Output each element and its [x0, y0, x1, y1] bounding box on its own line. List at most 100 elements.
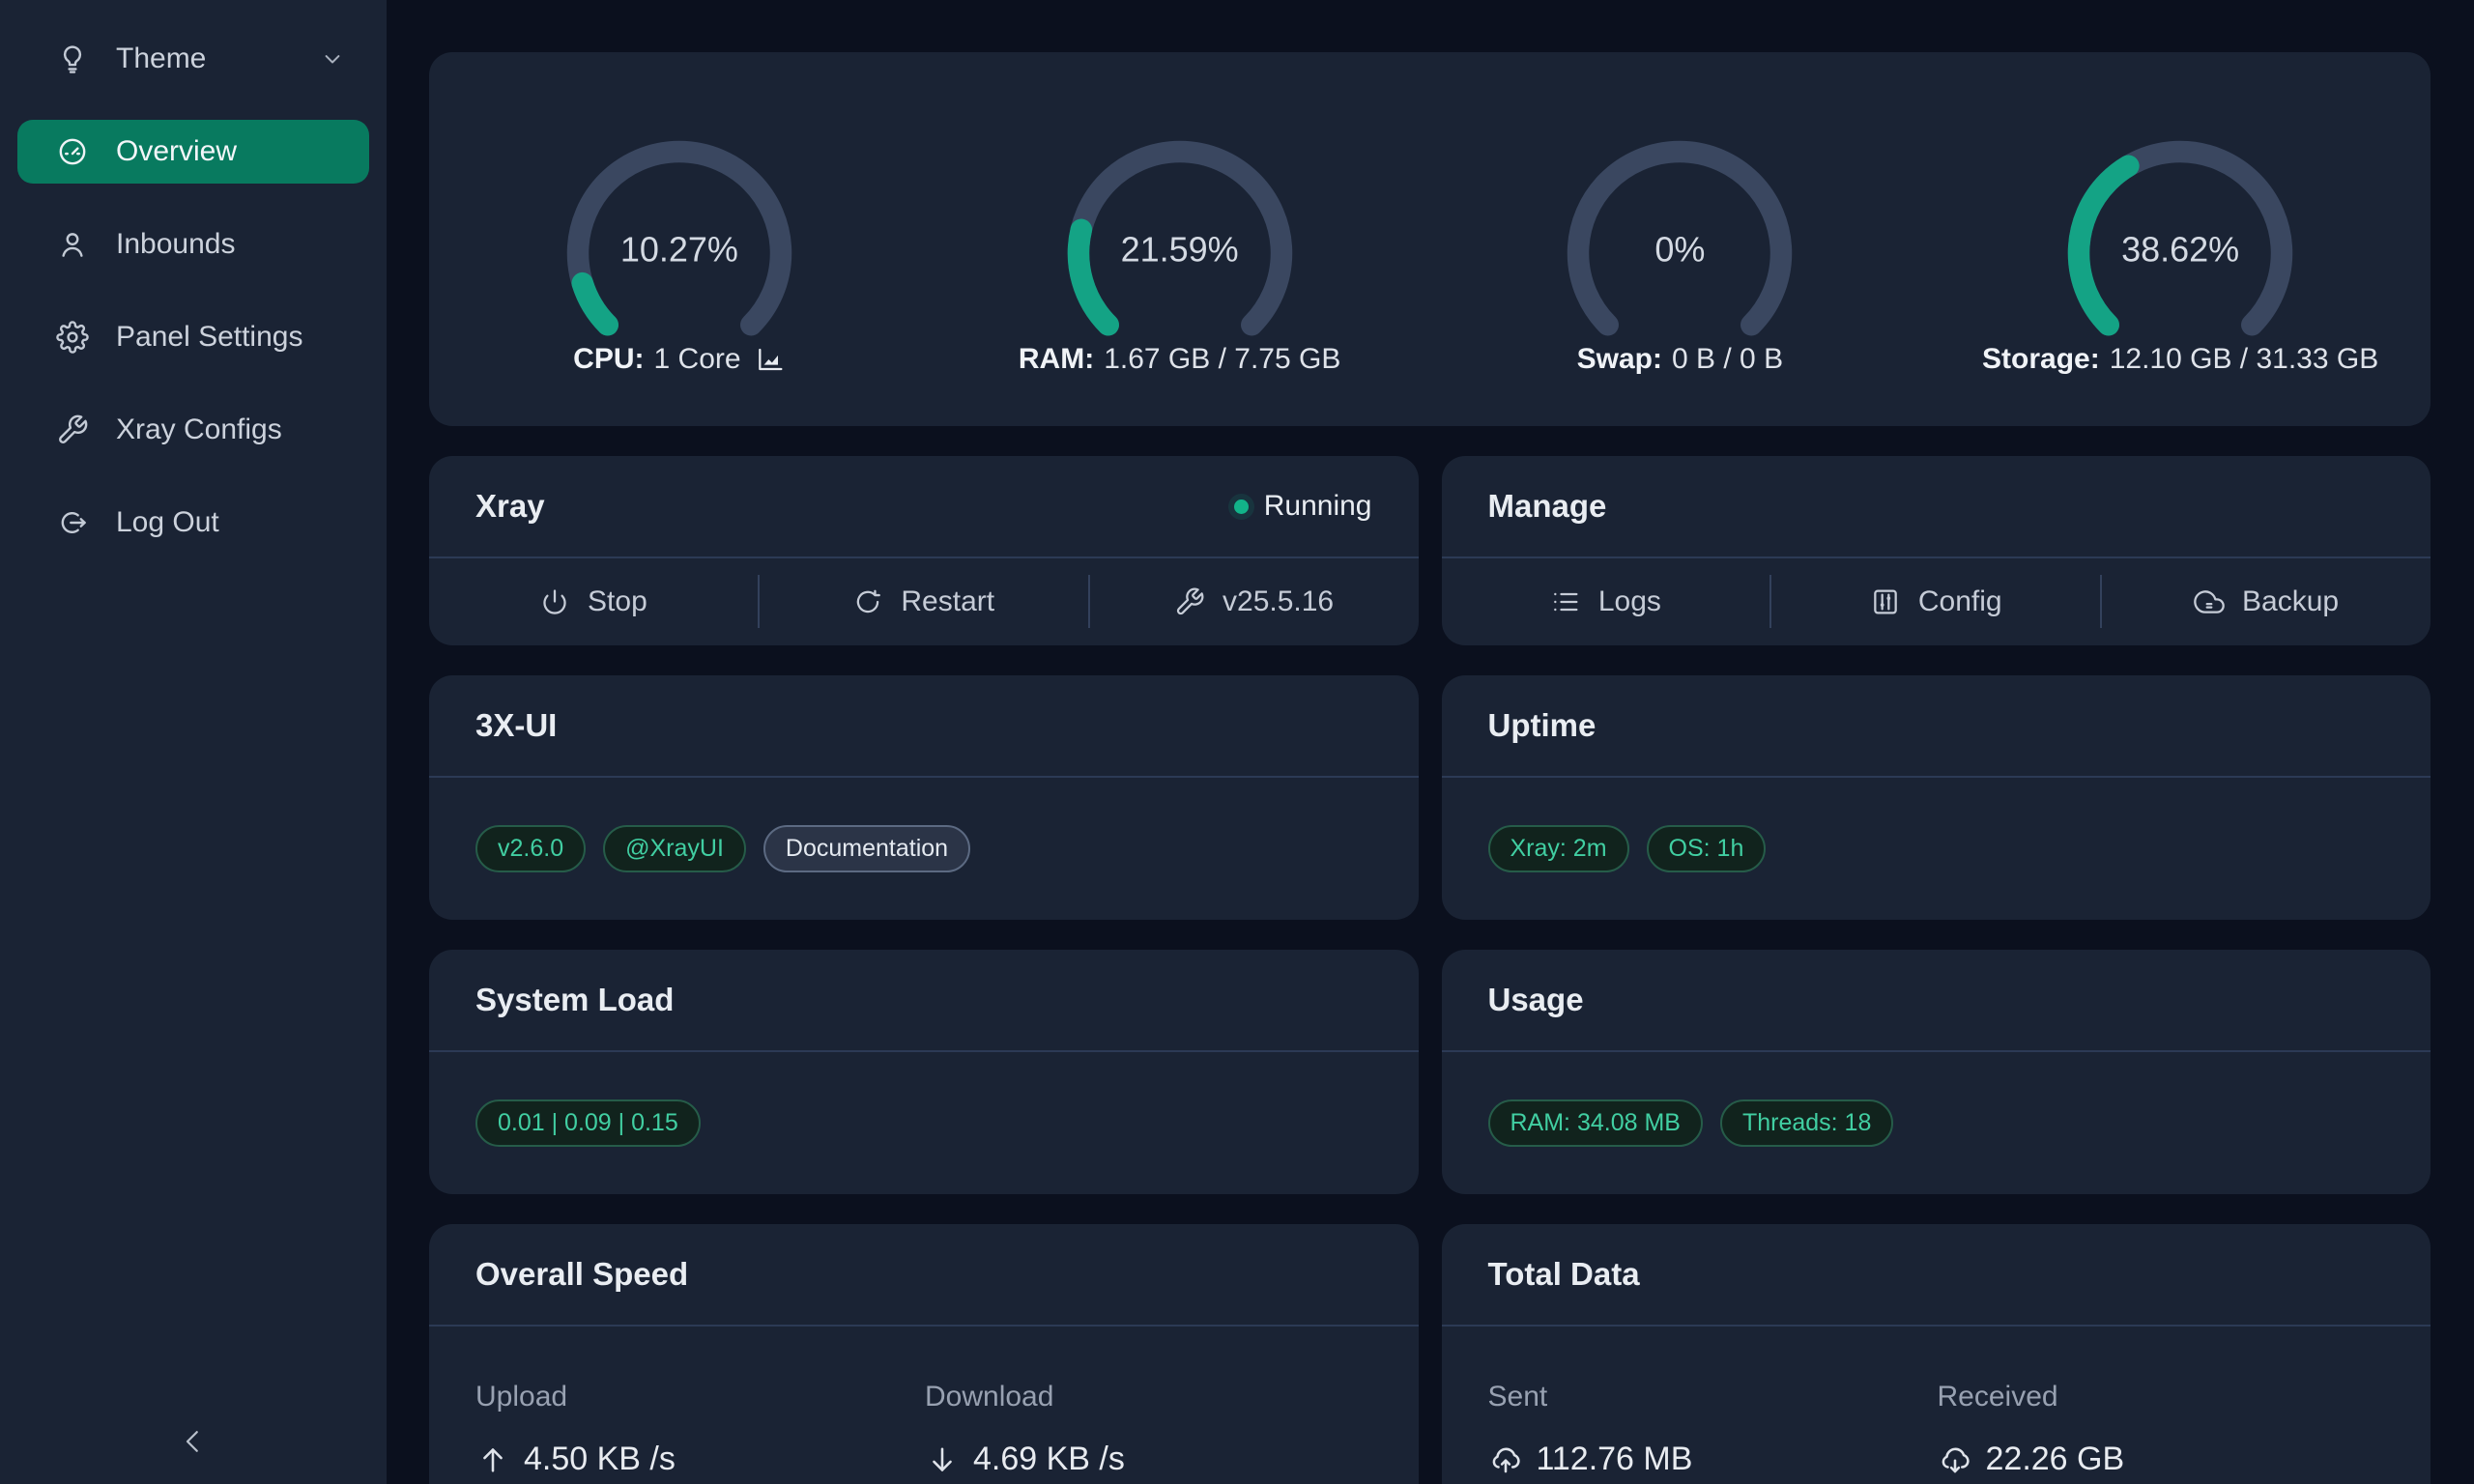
system-gauges-card: 10.27% CPU: 1 Core 21.59% RAM: 1.67 GB: [429, 52, 2431, 426]
metric-value: 4.69 KB /s: [925, 1441, 1372, 1478]
status-label: Running: [1264, 490, 1372, 523]
config-button[interactable]: Config: [1771, 558, 2100, 644]
overall-speed-card: Overall Speed Upload 4.50 KB /s Download: [429, 1224, 1419, 1484]
ram-gauge: 21.59% RAM: 1.67 GB / 7.75 GB: [930, 103, 1430, 376]
cloud-upload-icon: [1488, 1442, 1523, 1477]
stop-button[interactable]: Stop: [429, 558, 758, 644]
action-label: v25.5.16: [1223, 585, 1334, 618]
total-data-card: Total Data Sent 112.76 MB Received: [1442, 1224, 2431, 1484]
list-icon: [1550, 586, 1581, 617]
metric-value: 112.76 MB: [1488, 1441, 1938, 1478]
metric-value: 22.26 GB: [1938, 1441, 2385, 1478]
sidebar-item-label: Xray Configs: [116, 414, 282, 446]
sidebar-item-theme[interactable]: Theme: [17, 27, 369, 91]
sidebar-item-label: Overview: [116, 135, 237, 168]
load-average-tag: 0.01 | 0.09 | 0.15: [475, 1099, 701, 1147]
xray-actions: Stop Restart v25.5.16: [429, 558, 1419, 644]
action-label: Backup: [2242, 585, 2339, 618]
backup-button[interactable]: Backup: [2102, 558, 2431, 644]
arrow-up-icon: [475, 1442, 510, 1477]
status-dot: [1234, 499, 1249, 514]
card-title: 3X-UI: [475, 707, 557, 744]
gauge-value: 0%: [1559, 229, 1800, 270]
sidebar-item-label: Inbounds: [116, 228, 235, 261]
card-title: Total Data: [1488, 1256, 1640, 1293]
wrench-icon: [1174, 586, 1205, 617]
version-tag[interactable]: v2.6.0: [475, 825, 586, 872]
download-metric: Download 4.69 KB /s: [925, 1381, 1372, 1478]
main-content: 10.27% CPU: 1 Core 21.59% RAM: 1.67 GB: [387, 0, 2474, 1484]
card-title: Overall Speed: [475, 1256, 688, 1293]
sidebar-item-panel-settings[interactable]: Panel Settings: [17, 305, 369, 369]
os-uptime-tag: OS: 1h: [1647, 825, 1767, 872]
action-label: Restart: [901, 585, 994, 618]
logout-icon: [56, 506, 89, 539]
metric-value-text: 22.26 GB: [1986, 1441, 2125, 1478]
arrow-down-icon: [925, 1442, 960, 1477]
sidebar-item-xray-configs[interactable]: Xray Configs: [17, 398, 369, 462]
sidebar-item-logout[interactable]: Log Out: [17, 491, 369, 555]
storage-gauge: 38.62% Storage: 12.10 GB / 31.33 GB: [1930, 103, 2431, 376]
usage-tags: RAM: 34.08 MB Threads: 18: [1442, 1052, 2431, 1194]
xray-card-header: Xray Running: [429, 456, 1419, 558]
xray-uptime-tag: Xray: 2m: [1488, 825, 1629, 872]
card-title: System Load: [475, 982, 674, 1018]
chevron-down-icon: [319, 45, 346, 72]
card-title: Manage: [1488, 488, 1607, 525]
overall-speed-card-header: Overall Speed: [429, 1224, 1419, 1327]
restart-button[interactable]: Restart: [760, 558, 1088, 644]
chevron-left-icon: [176, 1424, 211, 1459]
system-load-card-header: System Load: [429, 950, 1419, 1052]
total-data-metrics: Sent 112.76 MB Received 22.26 GB: [1442, 1327, 2431, 1484]
usage-card-header: Usage: [1442, 950, 2431, 1052]
cloud-icon: [2194, 586, 2225, 617]
sidebar-item-label: Panel Settings: [116, 321, 302, 354]
manage-card-header: Manage: [1442, 456, 2431, 558]
sidebar-item-label: Log Out: [116, 506, 219, 539]
gauge-arc: 21.59%: [1059, 132, 1301, 374]
manage-card: Manage Logs Config: [1442, 456, 2431, 645]
system-load-card: System Load 0.01 | 0.09 | 0.15: [429, 950, 1419, 1194]
restart-icon: [852, 586, 883, 617]
gauge-value: 10.27%: [559, 229, 800, 270]
xray-card: Xray Running Stop Res: [429, 456, 1419, 645]
gauge-arc: 38.62%: [2059, 132, 2301, 374]
xrayui-link-tag[interactable]: @XrayUI: [603, 825, 746, 872]
xui-card-header: 3X-UI: [429, 675, 1419, 778]
xray-version-button[interactable]: v25.5.16: [1090, 558, 1419, 644]
action-label: Stop: [588, 585, 647, 618]
card-title: Xray: [475, 488, 545, 525]
gauge-value: 21.59%: [1059, 229, 1301, 270]
manage-actions: Logs Config Backup: [1442, 558, 2431, 644]
config-icon: [1870, 586, 1901, 617]
sidebar-item-overview[interactable]: Overview: [17, 120, 369, 184]
sidebar-collapse-button[interactable]: [0, 1424, 387, 1459]
metric-label: Upload: [475, 1381, 925, 1413]
metric-value-text: 4.50 KB /s: [524, 1441, 676, 1478]
xui-tags: v2.6.0 @XrayUI Documentation: [429, 778, 1419, 920]
gear-icon: [56, 321, 89, 354]
metric-label: Sent: [1488, 1381, 1938, 1413]
cloud-download-icon: [1938, 1442, 1972, 1477]
cpu-gauge: 10.27% CPU: 1 Core: [429, 103, 930, 376]
action-label: Config: [1918, 585, 2002, 618]
wrench-icon: [56, 414, 89, 446]
sidebar-item-label: Theme: [116, 43, 206, 75]
swap-gauge: 0% Swap: 0 B / 0 B: [1430, 103, 1931, 376]
lightbulb-icon: [56, 43, 89, 75]
card-title: Uptime: [1488, 707, 1597, 744]
metric-label: Received: [1938, 1381, 2385, 1413]
uptime-tags: Xray: 2m OS: 1h: [1442, 778, 2431, 920]
ram-usage-tag: RAM: 34.08 MB: [1488, 1099, 1703, 1147]
total-data-card-header: Total Data: [1442, 1224, 2431, 1327]
sidebar-item-inbounds[interactable]: Inbounds: [17, 213, 369, 276]
uptime-card-header: Uptime: [1442, 675, 2431, 778]
user-icon: [56, 228, 89, 261]
documentation-link-tag[interactable]: Documentation: [763, 825, 970, 872]
metric-value-text: 4.69 KB /s: [973, 1441, 1125, 1478]
sidebar: Theme Overview Inbounds Panel Settings: [0, 0, 387, 1484]
speed-metrics: Upload 4.50 KB /s Download 4.69 K: [429, 1327, 1419, 1484]
xui-card: 3X-UI v2.6.0 @XrayUI Documentation: [429, 675, 1419, 920]
uptime-card: Uptime Xray: 2m OS: 1h: [1442, 675, 2431, 920]
logs-button[interactable]: Logs: [1442, 558, 1770, 644]
